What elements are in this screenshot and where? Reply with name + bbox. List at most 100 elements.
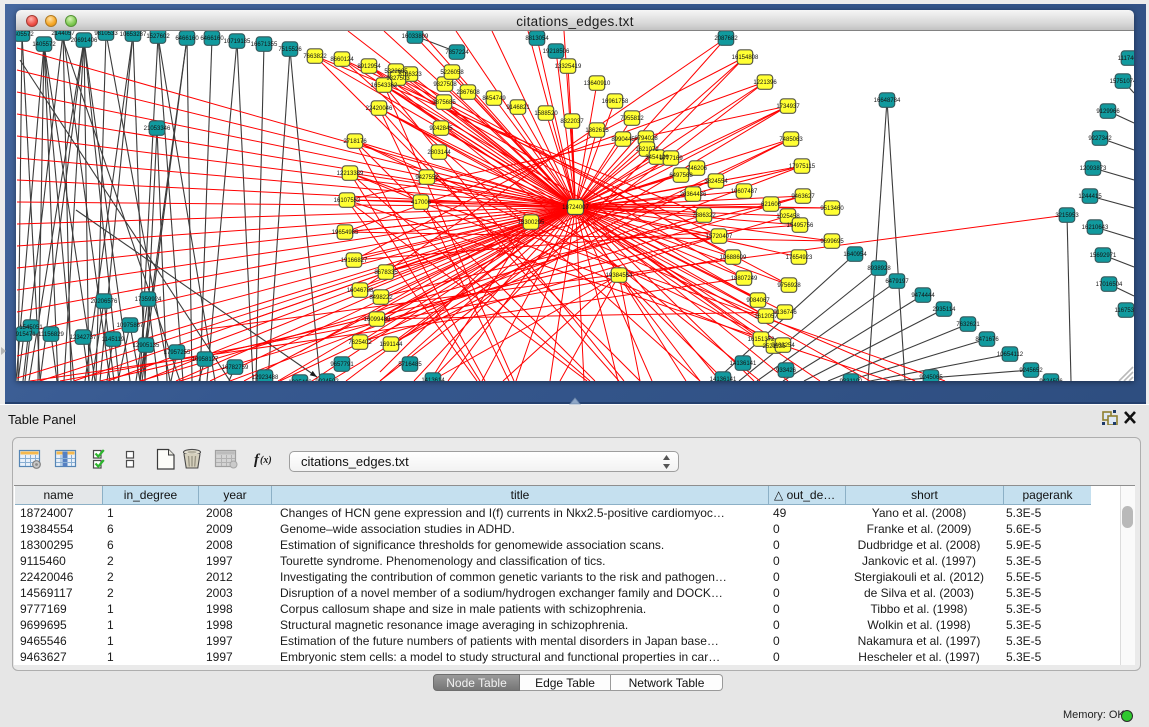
svg-text:8990445: 8990445 [611,137,635,143]
svg-text:10688609: 10688609 [720,255,747,261]
svg-text:13325419: 13325419 [555,64,582,70]
svg-text:9756928: 9756928 [777,283,801,289]
svg-text:8938928: 8938928 [867,266,891,272]
svg-text:12905135: 12905135 [133,343,160,349]
svg-text:10607487: 10607487 [731,189,758,195]
svg-text:15692971: 15692971 [1090,253,1117,259]
svg-text:8498222: 8498222 [369,295,393,301]
svg-text:1244415: 1244415 [1078,194,1102,200]
svg-text:9424506: 9424506 [1039,379,1063,381]
svg-text:18807249: 18807249 [731,276,758,282]
svg-text:6479197: 6479197 [885,279,909,285]
svg-text:6794028: 6794028 [634,136,658,142]
svg-text:621606: 621606 [761,202,782,208]
svg-text:9245652: 9245652 [1019,368,1043,374]
svg-text:21053346: 21053346 [144,126,171,132]
svg-text:15720407: 15720407 [706,234,733,240]
svg-text:18300295: 18300295 [518,220,545,226]
svg-text:14136141: 14136141 [730,361,757,367]
svg-text:9129966: 9129966 [1096,109,1120,115]
svg-text:10654112: 10654112 [997,352,1024,358]
svg-text:16046788: 16046788 [347,288,374,294]
svg-text:9245065: 9245065 [919,375,943,381]
svg-text:7485063: 7485063 [779,137,803,143]
svg-text:746206: 746206 [687,166,708,172]
svg-text:12342737: 12342737 [70,335,97,341]
svg-text:17359924: 17359924 [135,297,162,303]
svg-text:10653287: 10653287 [120,32,147,38]
svg-text:7515526: 7515526 [278,47,302,53]
svg-text:8678335: 8678335 [374,270,398,276]
svg-text:16210643: 16210643 [1082,225,1109,231]
svg-text:9513460: 9513460 [820,206,844,212]
svg-text:1405572: 1405572 [32,42,56,48]
svg-text:1025458: 1025458 [776,214,800,220]
svg-text:19166827: 19166827 [341,258,368,264]
svg-text:16961758: 16961758 [602,99,629,105]
svg-text:16107552: 16107552 [334,198,361,204]
svg-text:9463627: 9463627 [791,194,815,200]
svg-text:7632621: 7632621 [956,322,980,328]
svg-text:5716485: 5716485 [398,362,422,368]
svg-text:12213389: 12213389 [337,171,364,177]
svg-text:17975115: 17975115 [789,164,816,170]
svg-text:10719185: 10719185 [224,39,251,45]
svg-text:3875685: 3875685 [432,100,456,106]
svg-text:(x): (x) [260,455,272,466]
svg-text:12923488: 12923488 [252,375,279,381]
svg-text:19384554: 19384554 [606,273,633,279]
svg-text:19654985: 19654985 [332,230,359,236]
svg-text:2803144: 2803144 [427,150,451,156]
svg-text:16033809: 16033809 [402,34,429,40]
svg-text:9084067: 9084067 [746,298,770,304]
svg-text:1588520: 1588520 [534,111,558,117]
svg-text:16671355: 16671355 [251,42,278,48]
svg-text:9327508: 9327508 [433,82,457,88]
svg-text:16099489: 16099489 [364,317,391,323]
svg-text:1025413: 1025413 [288,380,312,381]
svg-text:8660124: 8660124 [330,57,354,63]
svg-text:8813054: 8813054 [525,36,549,42]
svg-text:7857224: 7857224 [445,50,469,56]
svg-text:3824554: 3824554 [704,179,728,185]
svg-text:9699695: 9699695 [820,239,844,245]
svg-text:20691406: 20691406 [71,38,98,44]
svg-text:1117403: 1117403 [1118,56,1134,62]
svg-text:1691144: 1691144 [380,342,404,348]
svg-text:2367608: 2367608 [456,90,480,96]
svg-text:1545051: 1545051 [19,325,43,331]
svg-text:7955812: 7955812 [620,116,644,122]
svg-text:6466160: 6466160 [175,36,199,42]
svg-text:1640954: 1640954 [843,252,867,258]
svg-text:19218506: 19218506 [543,49,570,55]
svg-text:9810533: 9810533 [94,31,118,37]
svg-text:15751074: 15751074 [1110,79,1134,85]
svg-text:1221396: 1221396 [753,80,777,86]
svg-text:17654923: 17654923 [786,255,813,261]
svg-text:16154808: 16154808 [732,55,759,61]
svg-text:16543362: 16543362 [371,83,398,89]
svg-text:2144057: 2144057 [51,31,75,37]
svg-text:3215953: 3215953 [1055,213,1079,219]
svg-text:10975867: 10975867 [117,323,144,329]
svg-text:9474444: 9474444 [911,293,935,299]
svg-text:6466160: 6466160 [200,36,224,42]
svg-text:9227342: 9227342 [1088,136,1112,142]
svg-text:11156829: 11156829 [38,332,64,338]
svg-text:9777169: 9777169 [659,156,683,162]
svg-text:933426: 933426 [776,368,797,374]
svg-text:9463254: 9463254 [771,343,795,349]
svg-text:1621072: 1621072 [635,147,659,153]
svg-text:8471676: 8471676 [975,337,999,343]
svg-text:417006: 417006 [411,200,432,206]
svg-text:9136746: 9136746 [773,310,797,316]
svg-text:7886322: 7886322 [692,213,716,219]
svg-text:17957255: 17957255 [164,350,191,356]
svg-text:8454749: 8454749 [482,96,506,102]
svg-text:8912954: 8912954 [357,64,381,70]
svg-text:9146821: 9146821 [506,105,530,111]
svg-text:12093873: 12093873 [1080,166,1107,172]
svg-text:10958127: 10958127 [192,357,219,363]
svg-text:1167534: 1167534 [1115,308,1134,314]
svg-text:9327503: 9327503 [386,76,410,82]
